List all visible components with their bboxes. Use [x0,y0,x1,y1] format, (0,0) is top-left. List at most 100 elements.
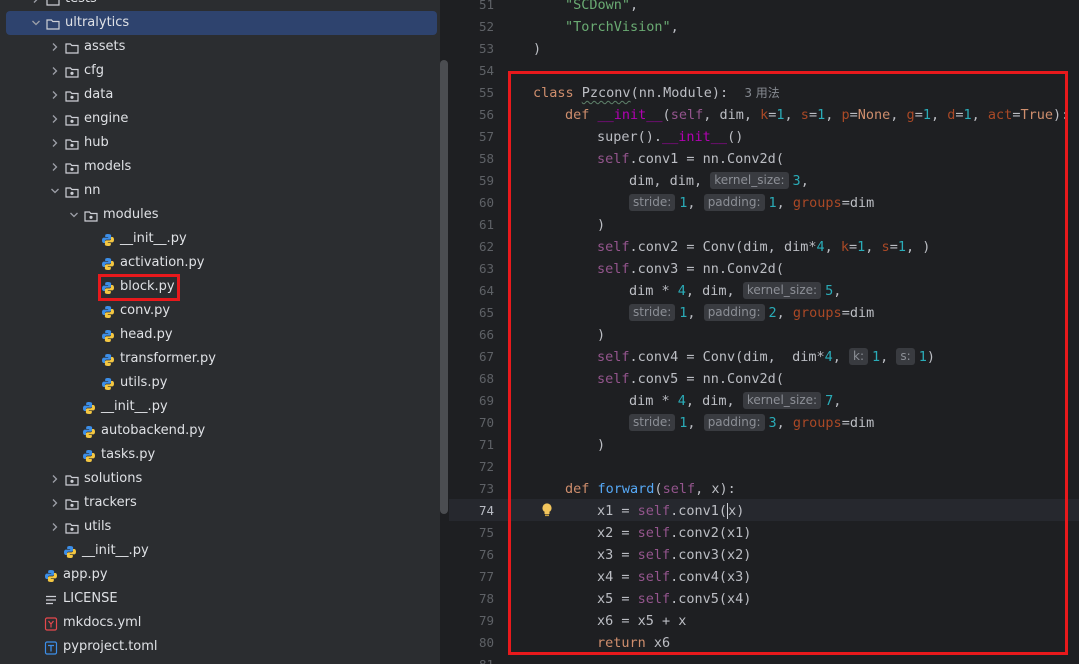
code-token: ) [533,41,542,57]
code-token: , [670,19,679,35]
project-tree-scrollbar[interactable] [440,60,448,514]
tree-item-init-py[interactable]: __init__.py [6,395,437,419]
package-icon [65,160,79,174]
line-number: 51 [478,0,494,12]
tree-item-transformer-py[interactable]: transformer.py [6,347,437,371]
code-token: "TorchVision" [565,19,671,35]
chevron-right-icon[interactable] [49,59,61,83]
python-icon [101,232,115,246]
chevron-right-icon[interactable] [49,491,61,515]
line-number: 60 [478,195,494,210]
chevron-right-icon[interactable] [49,467,61,491]
tree-item-label: hub [84,135,109,150]
line-number: 63 [478,261,494,276]
tree-item-label: transformer.py [120,351,216,366]
tree-item-init-py[interactable]: __init__.py [6,539,437,563]
line-number: 76 [478,547,494,562]
chevron-right-icon[interactable] [49,515,61,539]
tree-item-app-py[interactable]: app.py [6,563,437,587]
package-icon [65,184,79,198]
line-number: 61 [478,217,494,232]
python-icon [44,568,58,582]
code-line[interactable]: "TorchVision", [565,16,679,38]
highlight-box-block-py [98,274,180,301]
tree-item-engine[interactable]: engine [6,107,437,131]
folder-icon [46,0,60,6]
chevron-right-icon[interactable] [30,0,42,11]
line-number: 71 [478,437,494,452]
chevron-right-icon[interactable] [49,83,61,107]
chevron-right-icon[interactable] [49,35,61,59]
tree-item-models[interactable]: models [6,155,437,179]
line-number: 81 [449,654,494,664]
line-number: 68 [478,371,494,386]
tree-item-utils-py[interactable]: utils.py [6,371,437,395]
tree-item-label: autobackend.py [101,423,206,438]
tree-item-activation-py[interactable]: activation.py [6,251,437,275]
tree-item-head-py[interactable]: head.py [6,323,437,347]
tree-item-trackers[interactable]: trackers [6,491,437,515]
package-icon [65,472,79,486]
tree-item-ultralytics[interactable]: ultralytics [6,11,437,35]
tree-item-label: LICENSE [63,591,118,606]
tree-item-label: models [84,159,132,174]
tree-item-label: app.py [63,567,108,582]
yaml-icon [44,616,58,631]
tree-item-modules[interactable]: modules [6,203,437,227]
tree-item-cfg[interactable]: cfg [6,59,437,83]
toml-icon [44,640,58,655]
folder-icon [46,16,60,30]
tree-item-nn[interactable]: nn [6,179,437,203]
line-number: 69 [478,393,494,408]
line-number: 78 [478,591,494,606]
tree-item-data[interactable]: data [6,83,437,107]
chevron-right-icon[interactable] [49,155,61,179]
code-line[interactable]: ) [533,38,541,60]
tree-item-label: utils.py [120,375,168,390]
python-icon [63,544,77,558]
line-number: 64 [478,283,494,298]
python-icon [82,448,96,462]
tree-item-assets[interactable]: assets [6,35,437,59]
tree-item-label: trackers [84,495,137,510]
line-number: 72 [478,459,494,474]
tree-item-license[interactable]: LICENSE [6,587,437,611]
tree-item-tests[interactable]: tests [6,0,437,11]
line-number: 58 [478,151,494,166]
tree-item-label: solutions [84,471,143,486]
tree-item-conv-py[interactable]: conv.py [6,299,437,323]
chevron-right-icon[interactable] [49,131,61,155]
tree-item-tasks-py[interactable]: tasks.py [6,443,437,467]
chevron-down-icon[interactable] [49,179,61,203]
line-number: 53 [478,41,494,56]
tree-item-block-py[interactable]: block.py [6,275,437,299]
line-number: 75 [478,525,494,540]
tree-item-label: utils [84,519,112,534]
tree-item-label: pyproject.toml [63,639,158,654]
tree-item-mkdocs-yml[interactable]: mkdocs.yml [6,611,437,635]
tree-item-hub[interactable]: hub [6,131,437,155]
python-icon [101,352,115,366]
tree-item-solutions[interactable]: solutions [6,467,437,491]
tree-item-label: nn [84,183,101,198]
tree-item-label: data [84,87,114,102]
tree-item-label: engine [84,111,129,126]
python-icon [101,256,115,270]
tree-item-label: activation.py [120,255,205,270]
code-line[interactable]: "SCDown", [565,0,638,16]
project-tree: tests ultralytics assets cfg data engine hub mo… [0,0,440,664]
line-number: 65 [478,305,494,320]
tree-item-autobackend-py[interactable]: autobackend.py [6,419,437,443]
chevron-right-icon[interactable] [49,107,61,131]
chevron-down-icon[interactable] [68,203,80,227]
tree-item-label: ultralytics [65,15,130,30]
line-number: 66 [478,327,494,342]
tree-item-pyproject-toml[interactable]: pyproject.toml [6,635,437,659]
tree-item-label: head.py [120,327,173,342]
tree-item-utils[interactable]: utils [6,515,437,539]
tree-item-init-py[interactable]: __init__.py [6,227,437,251]
python-icon [101,376,115,390]
chevron-down-icon[interactable] [30,11,42,35]
tree-item-label: __init__.py [82,543,149,558]
folder-icon [65,40,79,54]
